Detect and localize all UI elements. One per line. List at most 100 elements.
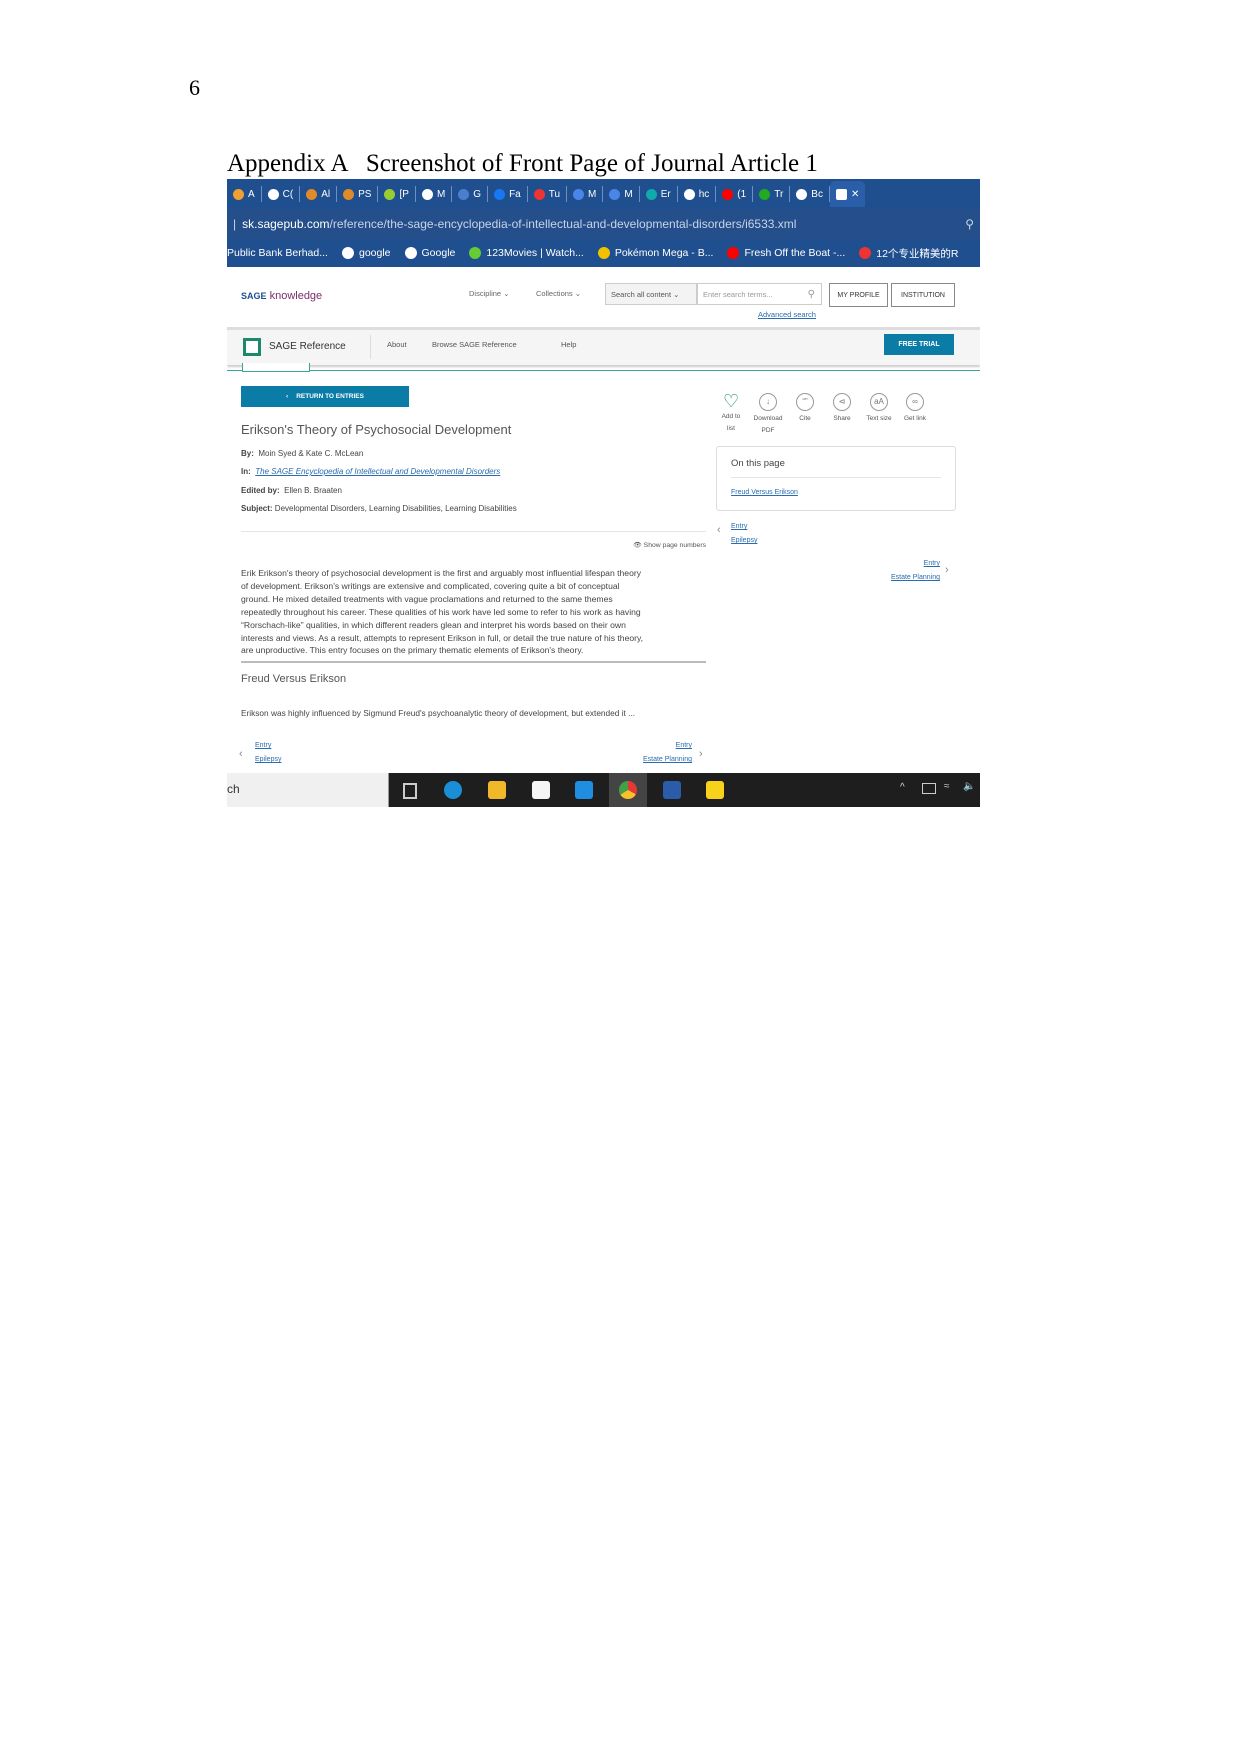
browser-tab[interactable]: (1 bbox=[716, 186, 754, 202]
chevron-down-icon: ⌄ bbox=[574, 289, 582, 298]
action-download[interactable]: ↓ Download PDF bbox=[750, 393, 786, 437]
screenshot: A C(Al PS [P M G Fa Tu M M Er hc (1 Tr Bc ✕ | sk.sagepu… bbox=[227, 179, 980, 807]
figure-caption: Appendix A Screenshot of Front Page of J… bbox=[227, 150, 818, 177]
text-size-icon: aA bbox=[870, 393, 888, 411]
mail-icon[interactable] bbox=[575, 781, 593, 799]
windows-taskbar: ch ^ ≈ 🔈 bbox=[227, 773, 980, 807]
speaker-icon[interactable]: 🔈 bbox=[963, 781, 975, 792]
prev-entry-label[interactable]: Entry bbox=[255, 742, 271, 749]
store-icon[interactable] bbox=[532, 781, 550, 799]
chevron-up-icon[interactable]: ^ bbox=[900, 782, 905, 793]
browser-tab[interactable]: hc bbox=[678, 186, 717, 202]
wifi-icon[interactable]: ≈ bbox=[944, 781, 950, 792]
collections-menu[interactable]: Collections ⌄ bbox=[536, 289, 581, 298]
bookmark-item[interactable]: 123Movies | Watch... bbox=[469, 247, 584, 259]
source-link[interactable]: The SAGE Encyclopedia of Intellectual an… bbox=[255, 467, 500, 476]
browser-tab-active[interactable]: ✕ bbox=[829, 181, 866, 207]
free-trial-button[interactable]: FREE TRIAL bbox=[884, 334, 954, 355]
search-icon[interactable]: ⚲ bbox=[808, 289, 815, 300]
browser-tab[interactable]: M bbox=[567, 186, 604, 202]
url-text[interactable]: sk.sagepub.com/reference/the-sage-encycl… bbox=[242, 217, 796, 231]
tab-favicon-icon bbox=[267, 188, 279, 200]
bookmark-item[interactable]: Fresh Off the Boat -... bbox=[727, 247, 845, 259]
bookmark-item[interactable]: 12个专业精美的R bbox=[859, 246, 959, 261]
browser-tab[interactable]: A bbox=[227, 186, 262, 202]
browser-tab[interactable]: C( bbox=[262, 186, 301, 202]
browser-tab[interactable]: M bbox=[603, 186, 640, 202]
browser-tab[interactable]: Tr bbox=[753, 186, 791, 202]
tab-favicon-icon bbox=[835, 188, 847, 200]
bookmark-favicon-icon bbox=[597, 247, 610, 259]
toc-link-freud-versus-erikson[interactable]: Freud Versus Erikson bbox=[731, 489, 798, 496]
browser-tab[interactable]: Fa bbox=[488, 186, 528, 202]
address-bar[interactable]: | sk.sagepub.com/reference/the-sage-ency… bbox=[227, 209, 980, 239]
authors: By: Moin Syed & Kate C. McLean bbox=[241, 449, 364, 458]
bookmark-item[interactable]: Pokémon Mega - B... bbox=[597, 247, 713, 259]
word-icon[interactable] bbox=[663, 781, 681, 799]
tab-favicon-icon bbox=[384, 188, 396, 200]
my-profile-button[interactable]: MY PROFILE bbox=[829, 283, 888, 307]
browser-tab[interactable]: Al bbox=[300, 186, 338, 202]
bookmark-item[interactable]: Google bbox=[404, 247, 455, 259]
edge-icon[interactable] bbox=[444, 781, 462, 799]
action-text-size[interactable]: aA Text size bbox=[861, 393, 897, 425]
advanced-search-link[interactable]: Advanced search bbox=[758, 310, 816, 319]
on-this-page-panel: On this page Freud Versus Erikson bbox=[716, 446, 956, 511]
sage-reference-title[interactable]: SAGE Reference bbox=[269, 341, 346, 352]
action-cite[interactable]: “” Cite bbox=[787, 393, 823, 425]
discipline-menu[interactable]: Discipline ⌄ bbox=[469, 289, 510, 298]
browser-tab[interactable]: Bc bbox=[790, 186, 830, 202]
browser-tab-bar: A C(Al PS [P M G Fa Tu M M Er hc (1 Tr Bc ✕ bbox=[227, 179, 980, 209]
show-page-numbers-toggle[interactable]: 👁 Show page numbers bbox=[633, 541, 706, 549]
address-separator: | bbox=[233, 217, 237, 231]
chevron-right-icon[interactable]: › bbox=[699, 748, 703, 760]
nav-help[interactable]: Help bbox=[561, 340, 576, 349]
nav-about[interactable]: About bbox=[387, 340, 407, 349]
sage-knowledge-logo[interactable]: SAGE knowledge bbox=[241, 290, 322, 302]
browser-tab[interactable]: M bbox=[416, 186, 453, 202]
chevron-left-icon[interactable]: ‹ bbox=[717, 524, 721, 536]
side-prev-entry-label[interactable]: Entry bbox=[731, 523, 747, 530]
search-icon[interactable]: ⚲ bbox=[965, 217, 974, 231]
tab-favicon-icon bbox=[796, 188, 808, 200]
sticky-notes-icon[interactable] bbox=[706, 781, 724, 799]
section-preview: Erikson was highly influenced by Sigmund… bbox=[241, 708, 636, 718]
browser-tab[interactable]: [P bbox=[378, 186, 416, 202]
browser-tab[interactable]: Er bbox=[640, 186, 678, 202]
institution-button[interactable]: INSTITUTION bbox=[891, 283, 955, 307]
action-heart[interactable]: ♡ Add to list bbox=[713, 391, 749, 435]
next-entry-link[interactable]: Estate Planning bbox=[643, 756, 692, 763]
tab-favicon-icon bbox=[609, 188, 621, 200]
chrome-icon[interactable] bbox=[619, 781, 637, 799]
bookmark-item[interactable]: google bbox=[341, 247, 391, 259]
tab-favicon-icon bbox=[533, 188, 545, 200]
side-next-entry-link[interactable]: Estate Planning bbox=[891, 574, 940, 581]
nav-browse[interactable]: Browse SAGE Reference bbox=[432, 340, 517, 349]
chevron-left-icon[interactable]: ‹ bbox=[239, 748, 243, 760]
action-share[interactable]: ⊲ Share bbox=[824, 393, 860, 425]
side-next-entry-label[interactable]: Entry bbox=[924, 560, 940, 567]
search-input[interactable]: Enter search terms... ⚲ bbox=[697, 283, 822, 305]
return-to-entries-button[interactable]: ‹ RETURN TO ENTRIES bbox=[241, 386, 409, 407]
heart-icon: ♡ bbox=[723, 391, 740, 411]
tab-favicon-icon bbox=[233, 188, 244, 200]
sage-reference-icon bbox=[243, 338, 261, 356]
task-view-icon[interactable] bbox=[403, 783, 417, 799]
next-entry-label[interactable]: Entry bbox=[676, 742, 692, 749]
browser-tab[interactable]: Tu bbox=[528, 186, 568, 202]
prev-entry-link[interactable]: Epilepsy bbox=[255, 756, 281, 763]
bookmark-item[interactable]: Public Bank Berhad... bbox=[227, 247, 328, 259]
file-explorer-icon[interactable] bbox=[488, 781, 506, 799]
chevron-down-icon: ⌄ bbox=[503, 289, 510, 298]
battery-icon[interactable] bbox=[922, 783, 936, 794]
side-prev-entry-link[interactable]: Epilepsy bbox=[731, 537, 757, 544]
browser-tab[interactable]: G bbox=[452, 186, 489, 202]
taskbar-search-box[interactable]: ch bbox=[227, 773, 389, 807]
search-scope-select[interactable]: Search all content ⌄ bbox=[605, 283, 697, 305]
tab-favicon-icon bbox=[683, 188, 695, 200]
action-link[interactable]: ∞ Get link bbox=[897, 393, 933, 425]
browser-tab[interactable]: PS bbox=[337, 186, 379, 202]
close-tab-icon[interactable]: ✕ bbox=[851, 189, 859, 200]
chevron-right-icon[interactable]: › bbox=[945, 564, 949, 576]
tab-favicon-icon bbox=[343, 188, 355, 200]
